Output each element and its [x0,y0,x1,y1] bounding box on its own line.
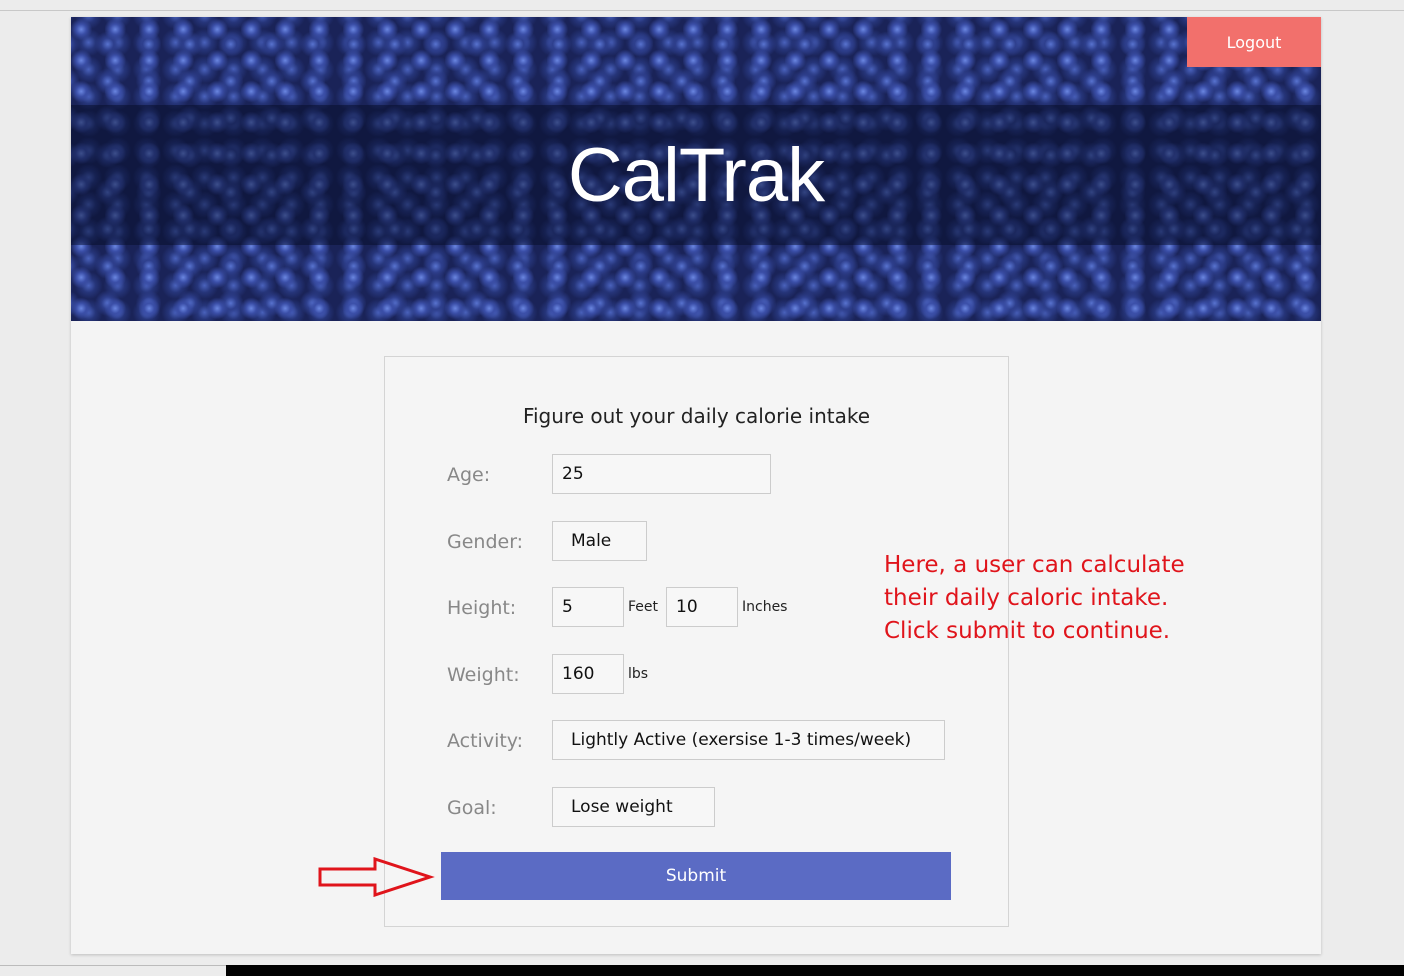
app-title: CalTrak [567,133,825,218]
form-heading: Figure out your daily calorie intake [522,404,871,428]
submit-button[interactable]: Submit [441,852,951,900]
activity-select[interactable]: Lightly Active (exersise 1-3 times/week) [552,720,945,760]
activity-label: Activity: [447,730,524,752]
weight-input[interactable]: 160 [552,654,624,694]
height-label: Height: [447,597,517,619]
height-feet-input[interactable]: 5 [552,587,624,627]
annotation-line: Click submit to continue. [884,618,1171,644]
divider [0,965,226,966]
annotation-line: Here, a user can calculate [884,552,1185,578]
gender-label: Gender: [447,531,524,553]
browser-divider [0,10,1404,11]
age-label: Age: [447,464,491,486]
gender-select[interactable]: Male [552,521,647,561]
feet-unit: Feet [628,599,659,615]
height-inches-input[interactable]: 10 [666,587,738,627]
inches-unit: Inches [742,599,788,615]
annotation-line: their daily caloric intake. [884,585,1169,611]
goal-label: Goal: [447,797,497,819]
goal-select[interactable]: Lose weight [552,787,715,827]
header-banner: CalTrak Logout [71,17,1321,321]
annotation-text: Here, a user can calculate their daily c… [884,549,1185,648]
arrow-right-icon [318,857,435,897]
weight-unit: lbs [628,666,649,682]
logout-button[interactable]: Logout [1187,17,1321,67]
page-container: CalTrak Logout Figure out your daily cal… [71,17,1321,954]
weight-label: Weight: [447,664,520,686]
age-input[interactable]: 25 [552,454,771,494]
taskbar [226,965,1404,976]
